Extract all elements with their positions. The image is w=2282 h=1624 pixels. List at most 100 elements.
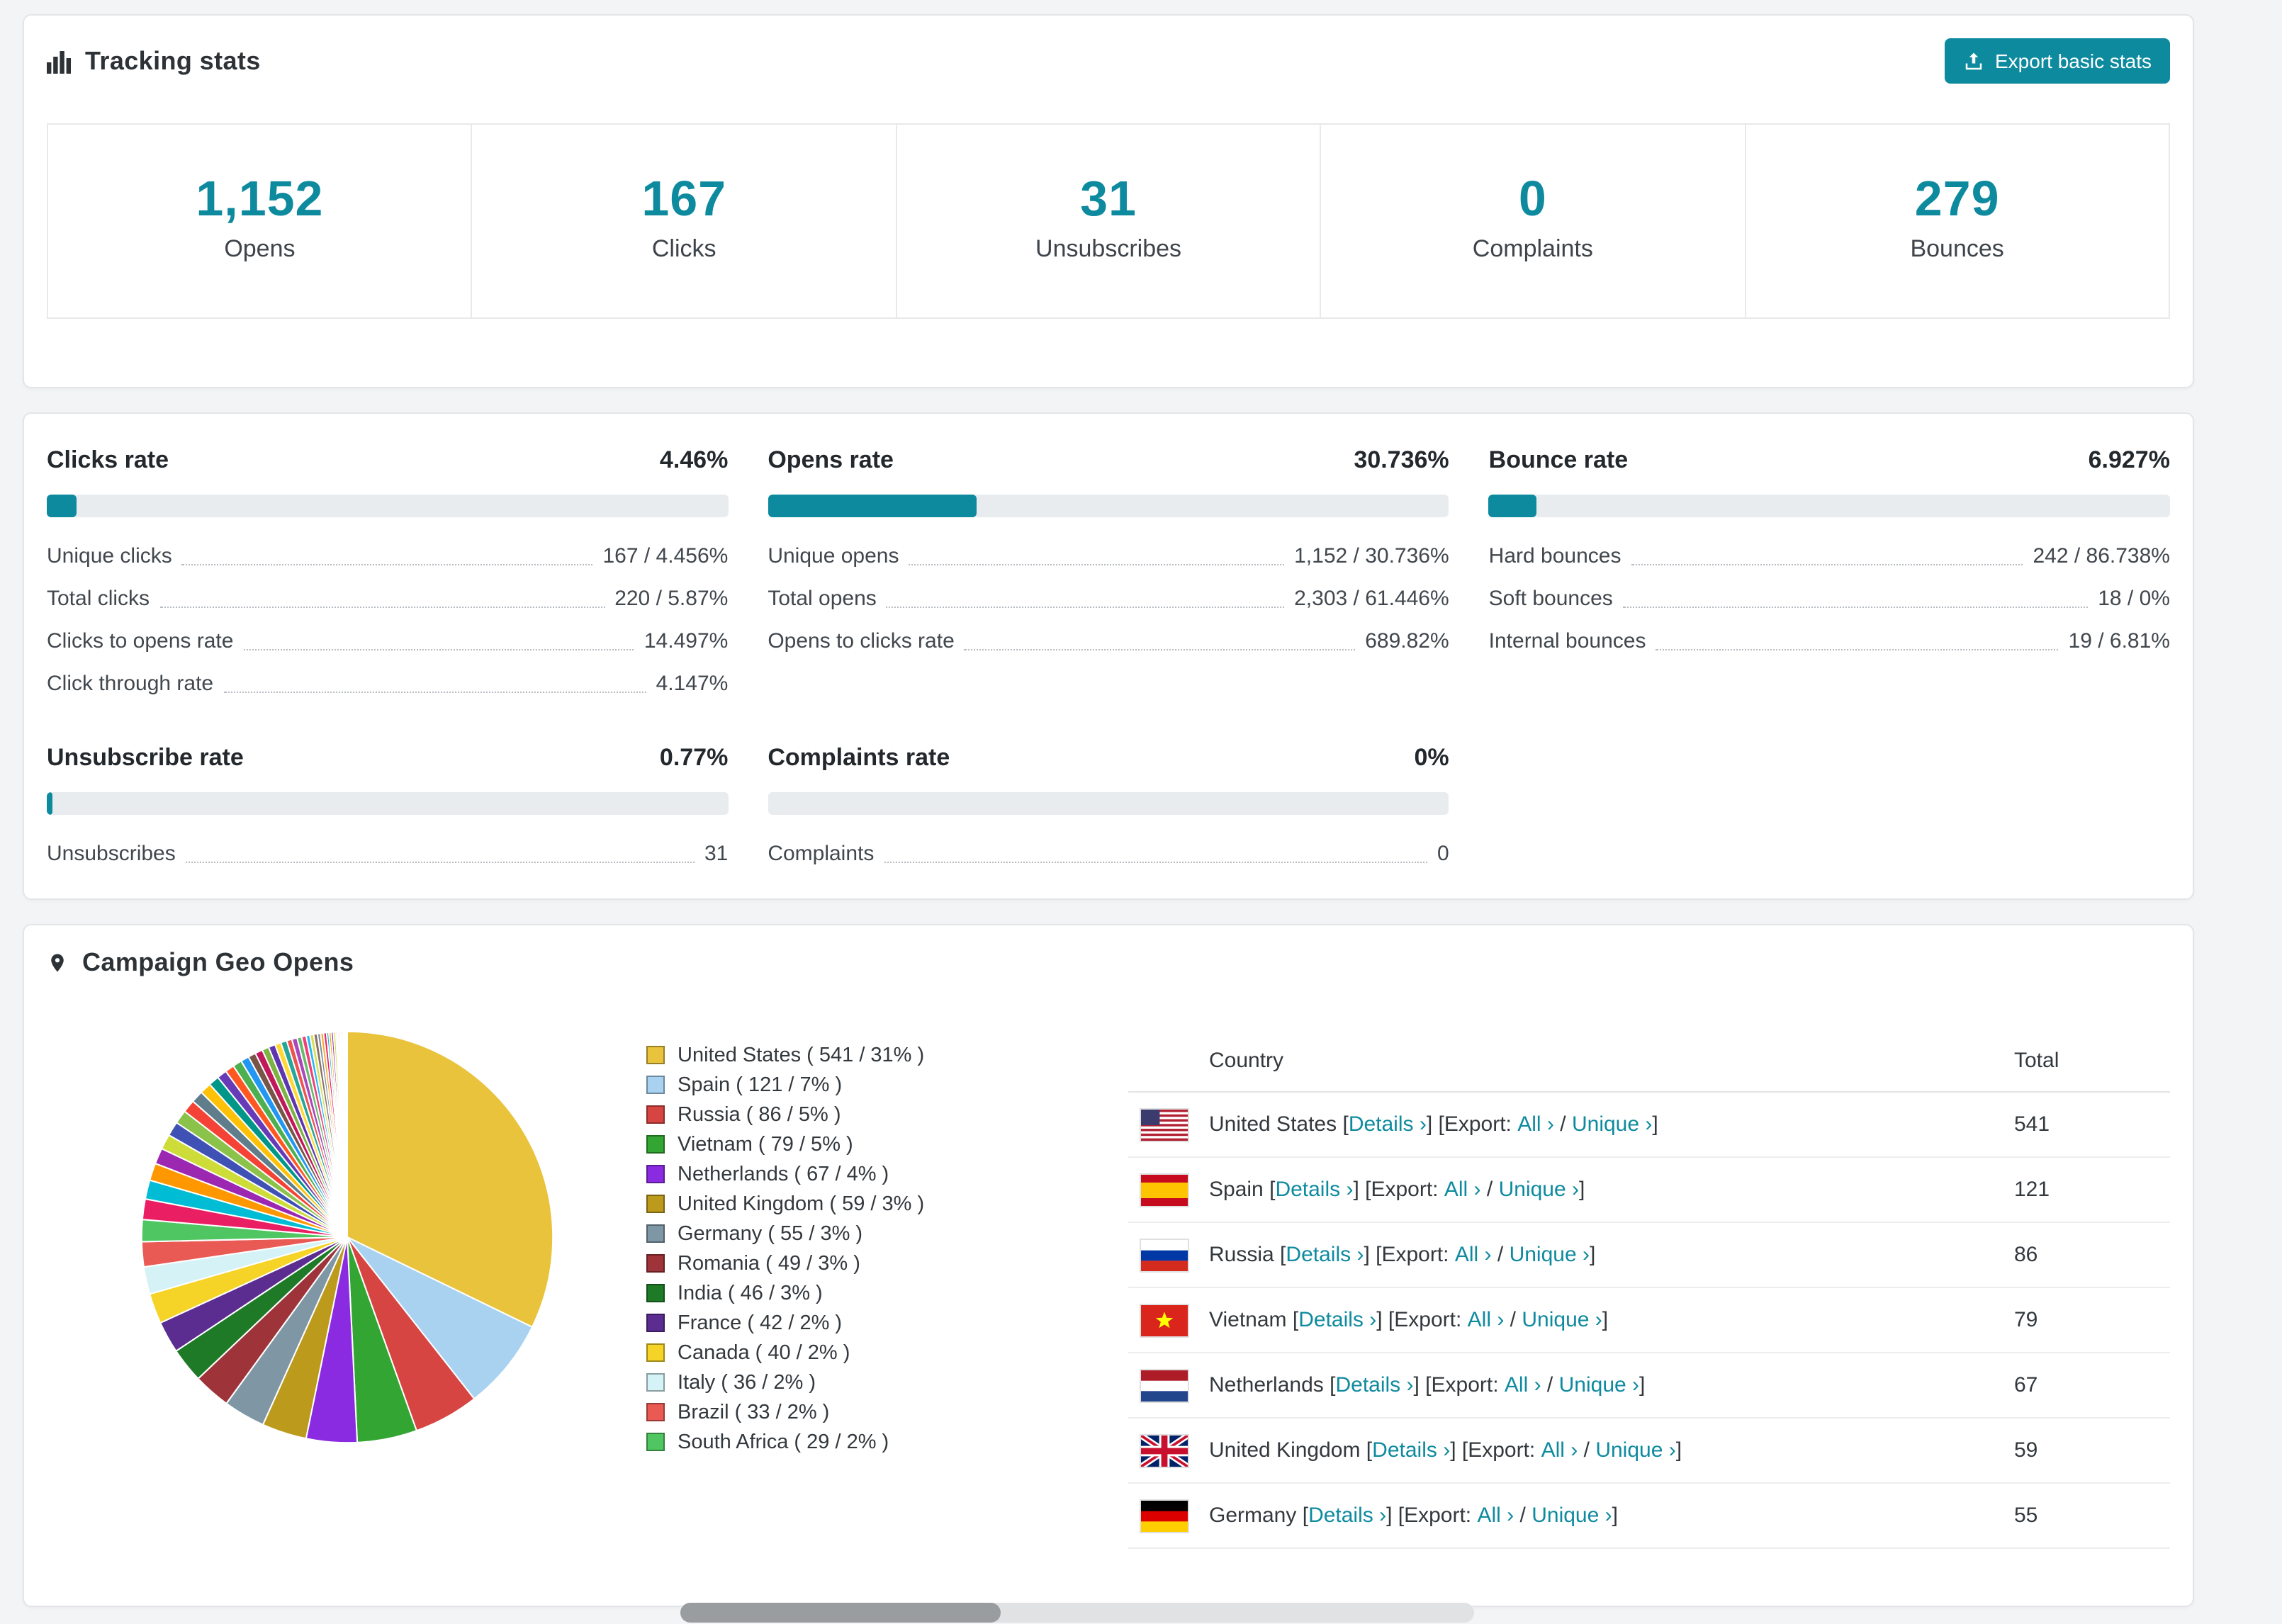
progress-bar [47,495,729,517]
text: ] [Export: [1353,1178,1444,1202]
pie-legend: United States ( 541 / 31% ) Spain ( 121 /… [646,1040,1128,1457]
country-total: 79 [2014,1308,2038,1332]
metric-value: 14.497% [643,629,729,653]
export-all-link[interactable]: All › [1468,1308,1505,1332]
country-name: Spain [1209,1178,1264,1202]
legend-item-india[interactable]: India ( 46 / 3% ) [646,1278,1128,1308]
tracking-stats-header: Tracking stats Export basic stats [47,38,2170,84]
rate-value: 30.736% [1354,446,1449,473]
progress-bar [768,495,1449,517]
export-unique-link[interactable]: Unique › [1499,1178,1579,1202]
legend-item-canada[interactable]: Canada ( 40 / 2% ) [646,1338,1128,1368]
dotted-leader [223,692,646,693]
stat-box-bounces: 279 Bounces [1746,125,2169,317]
export-unique-link[interactable]: Unique › [1595,1438,1675,1462]
dotted-leader [243,649,634,650]
dotted-leader [185,862,695,863]
dotted-leader [884,862,1427,863]
metric-value: 18 / 0% [2098,587,2170,611]
export-unique-link[interactable]: Unique › [1559,1373,1639,1397]
legend-label: Brazil ( 33 / 2% ) [678,1401,830,1423]
rate-title: Unsubscribe rate [47,744,244,771]
country-name: Vietnam [1209,1308,1287,1332]
metric-row-unsubscribes: Unsubscribes 31 [47,840,728,867]
progress-bar [1488,495,2170,517]
flag-gb-icon [1141,1435,1188,1466]
export-basic-stats-button[interactable]: Export basic stats [1944,38,2170,84]
dotted-leader [159,607,605,608]
export-all-link[interactable]: All › [1517,1112,1554,1137]
text: [ [1337,1112,1349,1137]
legend-swatch [646,1165,665,1183]
details-link[interactable]: Details › [1286,1243,1364,1267]
legend-label: Canada ( 40 / 2% ) [678,1341,850,1364]
export-unique-link[interactable]: Unique › [1572,1112,1652,1137]
metric-row-unique-opens: Unique opens 1,152 / 30.736% [768,543,1449,570]
metric-row-opens-to-clicks-rate: Opens to clicks rate 689.82% [768,628,1449,655]
export-all-link[interactable]: All › [1455,1243,1492,1267]
export-all-link[interactable]: All › [1478,1504,1514,1528]
legend-item-united-kingdom[interactable]: United Kingdom ( 59 / 3% ) [646,1189,1128,1219]
stats-strip: 1,152 Opens 167 Clicks 31 Unsubscribes 0 Compla… [47,123,2170,319]
legend-item-romania[interactable]: Romania ( 49 / 3% ) [646,1248,1128,1278]
details-link[interactable]: Details › [1372,1438,1450,1462]
scrollbar-thumb[interactable] [680,1603,1001,1623]
legend-item-russia[interactable]: Russia ( 86 / 5% ) [646,1100,1128,1129]
export-unique-link[interactable]: Unique › [1531,1504,1612,1528]
details-link[interactable]: Details › [1349,1112,1427,1137]
metric-row-hard-bounces: Hard bounces 242 / 86.738% [1489,543,2170,570]
export-icon [1962,50,1984,72]
details-link[interactable]: Details › [1308,1504,1386,1528]
legend-item-vietnam[interactable]: Vietnam ( 79 / 5% ) [646,1129,1128,1159]
export-unique-link[interactable]: Unique › [1510,1243,1590,1267]
metric-label: Click through rate [47,672,214,696]
legend-label: Italy ( 36 / 2% ) [678,1371,816,1394]
legend-item-italy[interactable]: Italy ( 36 / 2% ) [646,1368,1128,1397]
rate-panel-header: Clicks rate 4.46% [47,445,728,475]
rate-title: Bounce rate [1488,446,1629,473]
country-total: 55 [2014,1504,2038,1528]
details-link[interactable]: Details › [1298,1308,1376,1332]
rates-card: Clicks rate 4.46% Unique clicks 167 / 4.456… [23,412,2194,900]
legend-item-germany[interactable]: Germany ( 55 / 3% ) [646,1219,1128,1248]
metric-value: 31 [704,842,729,866]
legend-item-spain[interactable]: Spain ( 121 / 7% ) [646,1070,1128,1100]
country-name: Russia [1209,1243,1274,1267]
metric-value: 1,152 / 30.736% [1294,544,1449,568]
legend-label: United Kingdom ( 59 / 3% ) [678,1192,925,1215]
flag-es-icon [1141,1174,1188,1205]
metric-value: 689.82% [1365,629,1449,653]
text: [ [1323,1373,1336,1397]
tracking-stats-title-wrap: Tracking stats [47,46,261,76]
stat-box-complaints: 0 Complaints [1321,125,1746,317]
total-column-header: Total [2014,1049,2059,1073]
export-all-link[interactable]: All › [1444,1178,1481,1202]
export-all-link[interactable]: All › [1505,1373,1541,1397]
legend-item-netherlands[interactable]: Netherlands ( 67 / 4% ) [646,1159,1128,1189]
geo-table-row-netherlands: Netherlands [Details ›] [Export: All › /… [1128,1353,2170,1419]
progress-bar-fill [768,495,977,517]
export-unique-link[interactable]: Unique › [1522,1308,1602,1332]
progress-bar-fill [47,495,77,517]
pie-chart-svg [140,1030,554,1444]
geo-body: United States ( 541 / 31% ) Spain ( 121 /… [47,978,2170,1549]
export-all-link[interactable]: All › [1541,1438,1578,1462]
legend-item-united-states[interactable]: United States ( 541 / 31% ) [646,1040,1128,1070]
metric-row-unique-clicks: Unique clicks 167 / 4.456% [47,543,728,570]
country-total: 541 [2014,1112,2050,1137]
stat-label: Unsubscribes [1035,235,1182,262]
text: / [1514,1504,1532,1528]
metric-row-total-opens: Total opens 2,303 / 61.446% [768,585,1449,612]
text: ] [1639,1373,1646,1397]
legend-item-brazil[interactable]: Brazil ( 33 / 2% ) [646,1397,1128,1427]
details-link[interactable]: Details › [1275,1178,1353,1202]
legend-item-france[interactable]: France ( 42 / 2% ) [646,1308,1128,1338]
metric-label: Soft bounces [1488,587,1613,611]
horizontal-scrollbar[interactable] [680,1603,1474,1623]
details-link[interactable]: Details › [1335,1373,1413,1397]
stat-label: Clicks [651,235,716,262]
legend-item-south-africa[interactable]: South Africa ( 29 / 2% ) [646,1427,1128,1457]
export-button-label: Export basic stats [1995,50,2152,72]
rate-title: Clicks rate [47,446,169,473]
rate-panel-complaints-rate: Complaints rate 0% Complaints 0 [768,743,1449,867]
